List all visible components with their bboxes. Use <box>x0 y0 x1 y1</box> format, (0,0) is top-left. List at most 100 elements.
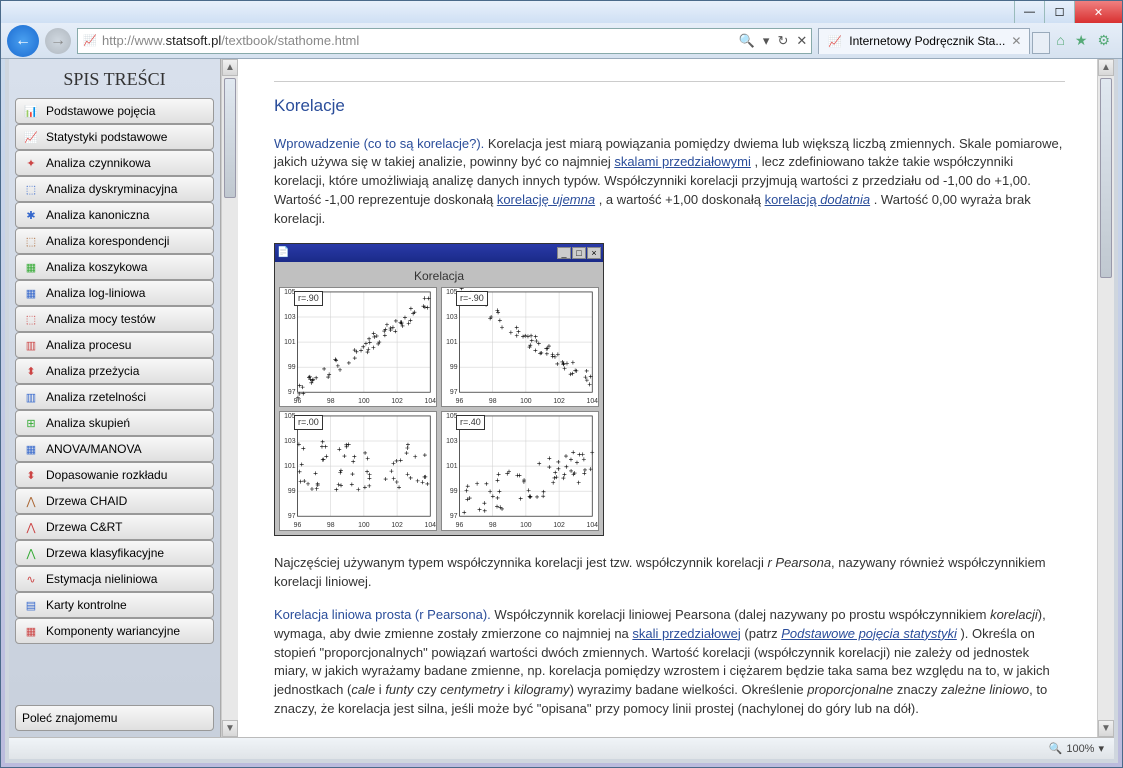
dropdown-icon[interactable]: ▾ <box>763 33 770 49</box>
main-scrollbar[interactable]: ▲ ▼ <box>1097 59 1114 737</box>
sidebar-item-label: Analiza rzetelności <box>46 390 146 404</box>
sidebar-item-icon: ✦ <box>22 156 40 170</box>
link-korelacje-ujemna[interactable]: korelację ujemna <box>497 192 595 207</box>
browser-tools: ⌂ ★ ⚙ <box>1056 32 1116 49</box>
sidebar-title: SPIS TREŚCI <box>15 65 214 96</box>
sidebar-item-icon: ⬍ <box>22 468 40 482</box>
sidebar-item-icon: ▦ <box>22 442 40 456</box>
address-bar[interactable]: 📈 http://www.statsoft.pl/textbook/statho… <box>77 28 812 54</box>
sidebar-item-icon: ▥ <box>22 390 40 404</box>
favorites-icon[interactable]: ★ <box>1075 32 1088 49</box>
nav-forward-button[interactable]: → <box>45 28 71 54</box>
link-korelacja-dodatnia[interactable]: korelacją dodatnia <box>765 192 871 207</box>
r-value-label: r=.90 <box>294 291 323 306</box>
nav-back-button[interactable]: ← <box>7 25 39 57</box>
scroll-thumb[interactable] <box>224 78 236 198</box>
sidebar-item-label: Karty kontrolne <box>46 598 127 612</box>
sidebar-item-12[interactable]: ⊞Analiza skupień <box>15 410 214 436</box>
browser-window: — ☐ ✕ ← → 📈 http://www.statsoft.pl/textb… <box>0 0 1123 768</box>
scroll-up-icon[interactable]: ▲ <box>1098 59 1114 76</box>
sidebar-item-20[interactable]: ▦Komponenty wariancyjne <box>15 618 214 644</box>
stop-icon[interactable]: ✕ <box>796 33 807 49</box>
sidebar-item-label: Analiza czynnikowa <box>46 156 151 170</box>
svg-text:97: 97 <box>450 389 458 396</box>
sidebar-item-10[interactable]: ⬍Analiza przeżycia <box>15 358 214 384</box>
sidebar-item-label: Analiza log-liniowa <box>46 286 145 300</box>
search-icon[interactable]: 🔍 <box>739 33 755 49</box>
link-skali-przedzialowej[interactable]: skali przedziałowej <box>632 626 740 641</box>
tab-favicon-icon: 📈 <box>827 33 843 49</box>
sidebar-item-13[interactable]: ▦ANOVA/MANOVA <box>15 436 214 462</box>
zoom-icon[interactable]: 🔍 <box>1049 742 1063 755</box>
sidebar-item-2[interactable]: ✦ Analiza czynnikowa <box>15 150 214 176</box>
svg-text:96: 96 <box>294 522 302 529</box>
sidebar-item-icon: ⋀ <box>22 494 40 508</box>
svg-text:98: 98 <box>489 522 497 529</box>
refresh-icon[interactable]: ↻ <box>777 33 788 49</box>
recommend-button[interactable]: Poleć znajomemu <box>15 705 214 731</box>
sidebar-item-7[interactable]: ▦Analiza log-liniowa <box>15 280 214 306</box>
sidebar-item-15[interactable]: ⋀Drzewa CHAID <box>15 488 214 514</box>
window-minimize-button[interactable]: — <box>1014 1 1044 23</box>
site-favicon-icon: 📈 <box>82 33 98 49</box>
settings-gear-icon[interactable]: ⚙ <box>1097 32 1110 49</box>
sidebar-item-0[interactable]: 📊Podstawowe pojęcia <box>15 98 214 124</box>
sidebar-item-label: Analiza procesu <box>46 338 131 352</box>
sidebar-item-label: Analiza kanoniczna <box>46 208 149 222</box>
tab-close-icon[interactable]: ✕ <box>1011 34 1021 48</box>
page-content: SPIS TREŚCI 📊Podstawowe pojęcia📈Statysty… <box>9 59 1114 737</box>
svg-text:97: 97 <box>288 389 296 396</box>
scatter-plot-3: 96981001021049799101103105r=.40 <box>441 411 599 531</box>
svg-text:101: 101 <box>284 339 296 346</box>
sidebar-item-14[interactable]: ⬍Dopasowanie rozkładu <box>15 462 214 488</box>
svg-text:103: 103 <box>284 314 296 321</box>
sidebar-item-19[interactable]: ▤Karty kontrolne <box>15 592 214 618</box>
sidebar-item-8[interactable]: ⬚Analiza mocy testów <box>15 306 214 332</box>
sidebar-scrollbar[interactable]: ▲ ▼ <box>221 59 238 737</box>
sidebar-item-icon: 📈 <box>22 130 40 144</box>
sidebar-item-1[interactable]: 📈Statystyki podstawowe <box>15 124 214 150</box>
svg-text:103: 103 <box>446 314 458 321</box>
page-frame: SPIS TREŚCI 📊Podstawowe pojęcia📈Statysty… <box>5 59 1118 763</box>
r-value-label: r=-.90 <box>456 291 488 306</box>
paragraph-intro: Wprowadzenie (co to są korelacje?). Kore… <box>274 135 1065 229</box>
svg-text:96: 96 <box>294 398 302 405</box>
chart-titlebar: 📄 _ □ × <box>275 244 603 262</box>
zoom-dropdown-icon[interactable]: ▾ <box>1098 742 1104 755</box>
window-maximize-button[interactable]: ☐ <box>1044 1 1074 23</box>
chart-menu-icon[interactable]: 📄 <box>277 246 289 261</box>
scroll-down-icon[interactable]: ▼ <box>1098 720 1114 737</box>
sidebar-item-icon: ✱ <box>22 208 40 222</box>
svg-text:102: 102 <box>553 522 565 529</box>
sidebar-item-4[interactable]: ✱ Analiza kanoniczna <box>15 202 214 228</box>
sidebar-item-16[interactable]: ⋀Drzewa C&RT <box>15 514 214 540</box>
url-text: http://www.statsoft.pl/textbook/stathome… <box>102 33 735 48</box>
svg-text:98: 98 <box>327 398 335 405</box>
scroll-down-icon[interactable]: ▼ <box>222 720 238 737</box>
window-close-button[interactable]: ✕ <box>1074 1 1122 23</box>
scroll-up-icon[interactable]: ▲ <box>222 59 238 76</box>
link-podstawowe-pojecia[interactable]: Podstawowe pojęcia statystyki <box>781 626 957 641</box>
sidebar-item-9[interactable]: ▥Analiza procesu <box>15 332 214 358</box>
chart-min-icon[interactable]: _ <box>557 247 571 259</box>
sidebar-item-18[interactable]: ∿Estymacja nieliniowa <box>15 566 214 592</box>
scatter-plot-1: 96981001021049799101103105r=-.90 <box>441 287 599 407</box>
sidebar-item-icon: ▦ <box>22 624 40 638</box>
svg-text:101: 101 <box>284 463 296 470</box>
svg-text:98: 98 <box>489 398 497 405</box>
new-tab-button[interactable] <box>1032 32 1050 54</box>
sidebar-item-3[interactable]: ⬚Analiza dyskryminacyjna <box>15 176 214 202</box>
browser-tab[interactable]: 📈 Internetowy Podręcznik Sta... ✕ <box>818 28 1030 54</box>
sidebar-item-6[interactable]: ▦Analiza koszykowa <box>15 254 214 280</box>
section-heading-korelacje: Korelacje <box>274 94 1065 119</box>
svg-text:100: 100 <box>520 398 532 405</box>
chart-close-icon[interactable]: × <box>587 247 601 259</box>
sidebar-item-11[interactable]: ▥ Analiza rzetelności <box>15 384 214 410</box>
scroll-thumb[interactable] <box>1100 78 1112 278</box>
link-skalami-przedzialowymi[interactable]: skalami przedziałowymi <box>614 154 751 169</box>
sidebar-item-5[interactable]: ⬚Analiza korespondencji <box>15 228 214 254</box>
home-icon[interactable]: ⌂ <box>1056 32 1064 49</box>
chart-max-icon[interactable]: □ <box>572 247 586 259</box>
sidebar-item-icon: ▦ <box>22 260 40 274</box>
sidebar-item-17[interactable]: ⋀Drzewa klasyfikacyjne <box>15 540 214 566</box>
